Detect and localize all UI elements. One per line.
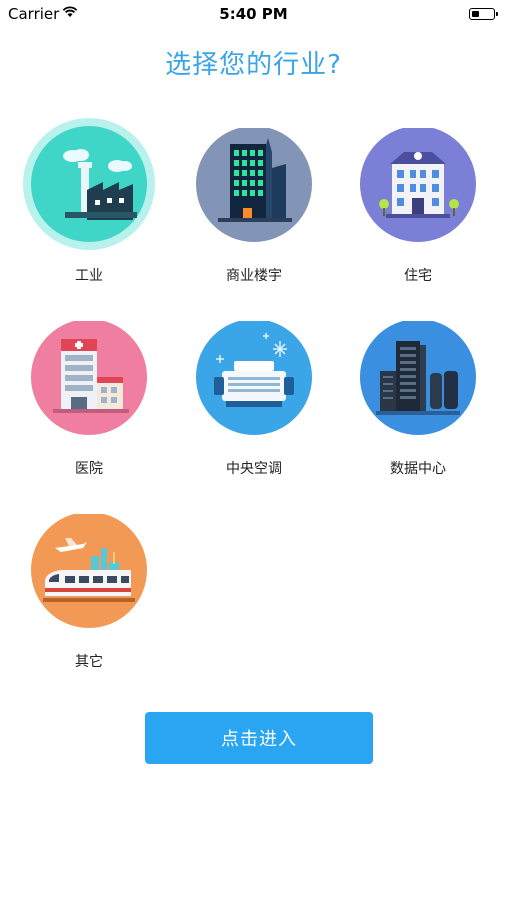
industry-label: 其它 [75,654,103,670]
status-bar: Carrier 5:40 PM [0,0,507,28]
industry-option-central-ac[interactable]: 中央空调 [169,319,339,511]
battery-icon [469,8,498,20]
industry-option-hospital[interactable]: 医院 [4,319,174,511]
air-conditioner-icon [196,319,312,435]
industry-option-industrial[interactable]: 工业 [4,118,174,318]
industry-option-commercial[interactable]: 商业楼宇 [169,126,339,318]
industry-label: 医院 [75,461,103,477]
industry-option-data-center[interactable]: 数据中心 [333,319,503,511]
industry-option-residential[interactable]: 住宅 [333,126,503,318]
status-time: 5:40 PM [219,5,288,23]
page-title: 选择您的行业? [165,50,342,80]
industry-option-other[interactable]: 其它 [4,512,174,704]
server-rack-icon [360,319,476,435]
hospital-icon [31,319,147,435]
train-plane-icon [31,512,147,628]
industry-label: 中央空调 [226,461,282,477]
industry-label: 数据中心 [390,461,446,477]
commercial-building-icon [196,126,312,242]
industry-label: 工业 [75,268,103,284]
industry-label: 住宅 [404,268,432,284]
enter-button[interactable]: 点击进入 [145,712,373,764]
industry-label: 商业楼宇 [226,268,282,284]
residential-house-icon [360,126,476,242]
factory-icon [23,118,155,250]
